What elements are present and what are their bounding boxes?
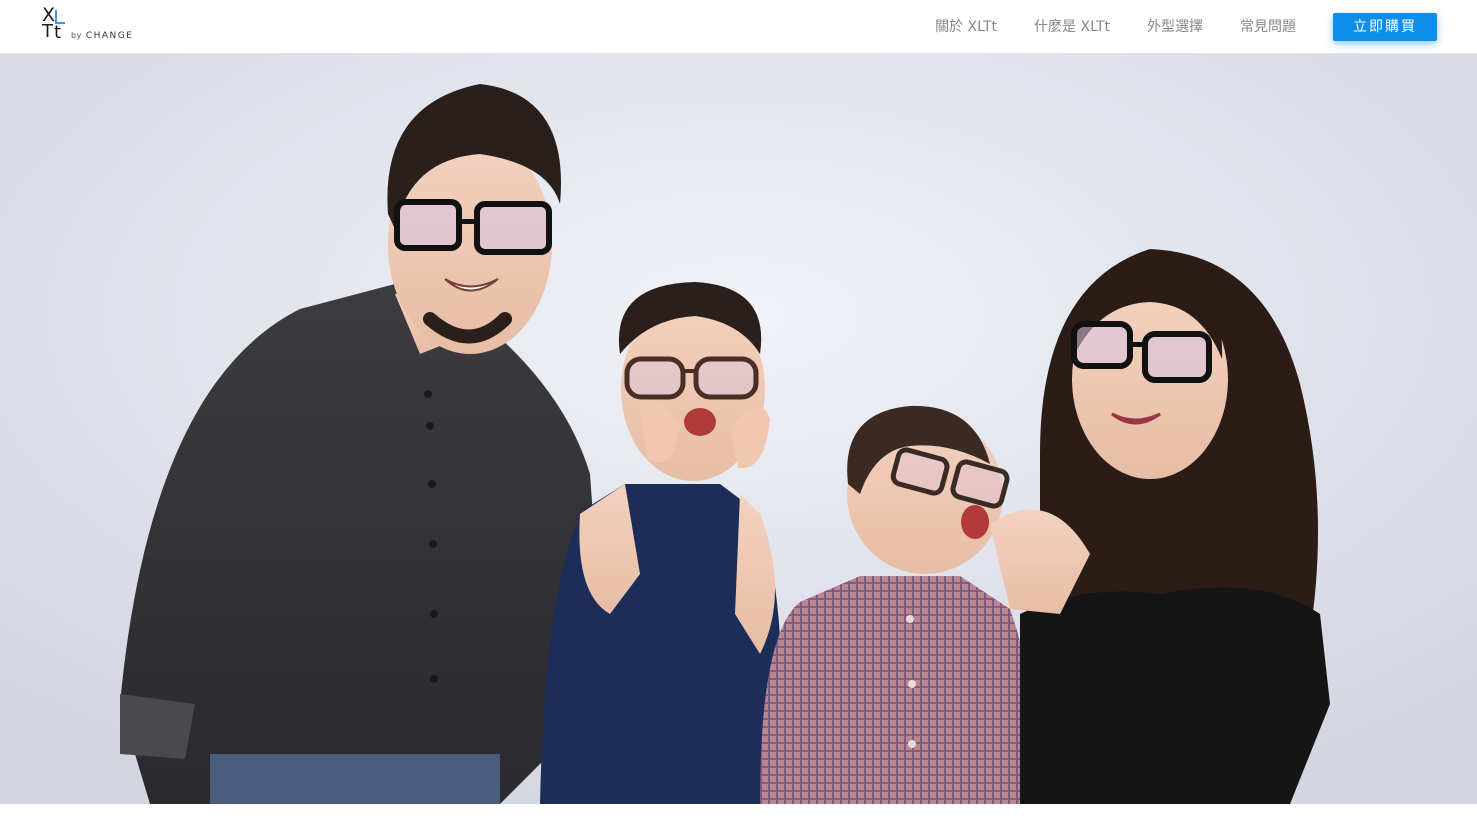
logo-byline: by CHANGE: [71, 31, 133, 41]
main-nav: 關於 XLTt 什麼是 XLTt 外型選擇 常見問題 立即購買: [935, 0, 1437, 54]
top-navbar: X T t by CHANGE 關於 XLTt 什麼是 XLTt 外型選擇 常見問…: [0, 0, 1477, 54]
nav-item-faq[interactable]: 常見問題: [1240, 20, 1296, 34]
brand-logo[interactable]: X T t by CHANGE: [40, 6, 150, 45]
logo-letter-t-small: t: [54, 22, 62, 43]
nav-item-about[interactable]: 關於 XLTt: [935, 20, 997, 34]
nav-item-what-is[interactable]: 什麼是 XLTt: [1034, 20, 1110, 34]
buy-now-button[interactable]: 立即購買: [1333, 13, 1437, 41]
logo-byline-by: by: [71, 31, 82, 40]
page-footer-space: [0, 804, 1477, 829]
nav-item-styles[interactable]: 外型選擇: [1147, 20, 1203, 34]
hero-image: [0, 54, 1477, 804]
logo-letter-t: T: [42, 21, 53, 42]
family-photo: [0, 54, 1477, 804]
logo-byline-name: CHANGE: [85, 31, 134, 41]
